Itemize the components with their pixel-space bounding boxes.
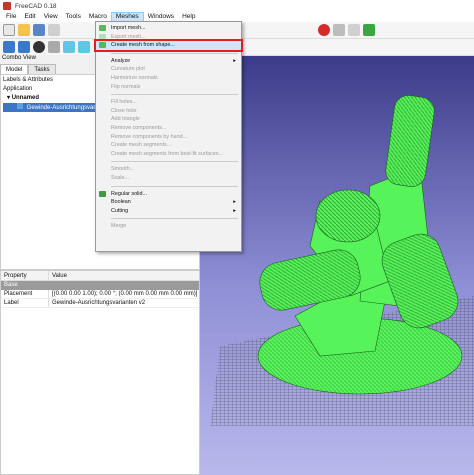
new-document-icon[interactable] xyxy=(3,24,15,36)
meshes-dropdown-menu: Import mesh... Export mesh... Create mes… xyxy=(94,21,243,252)
front-view-icon[interactable] xyxy=(78,41,90,53)
stereo-icon[interactable] xyxy=(48,41,60,53)
menu-scale[interactable]: Scale... xyxy=(96,174,241,183)
save-icon[interactable] xyxy=(33,24,45,36)
fit-selection-icon[interactable] xyxy=(18,41,30,53)
menu-separator xyxy=(111,94,238,96)
print-icon[interactable] xyxy=(48,24,60,36)
menu-curvature-plot[interactable]: Curvature plot xyxy=(96,65,241,74)
document-label: Unnamed xyxy=(11,95,40,101)
mesh-from-shape-icon xyxy=(99,42,106,49)
column-value: Value xyxy=(52,273,67,279)
record-macro-icon[interactable] xyxy=(318,24,330,36)
menu-fill-holes[interactable]: Fill holes... xyxy=(96,98,241,107)
property-value[interactable]: Gewinde-Ausrichtungsvarianten v2 xyxy=(49,299,199,307)
part-icon xyxy=(17,103,23,109)
menu-remove-components-by-hand[interactable]: Remove components by hand... xyxy=(96,133,241,142)
menu-analyze[interactable]: Analyze ▸ xyxy=(96,57,241,66)
menu-separator xyxy=(111,218,238,220)
submenu-arrow-icon: ▸ xyxy=(233,199,236,206)
property-row-placement[interactable]: Placement [(0.00 0.00 1.00); 0.00 °; (0.… xyxy=(1,290,199,299)
title-bar: FreeCAD 0.18 xyxy=(0,0,474,12)
menu-tools[interactable]: Tools xyxy=(62,12,85,22)
menu-edit[interactable]: Edit xyxy=(20,12,39,22)
menu-export-mesh[interactable]: Export mesh... xyxy=(96,33,241,42)
menu-separator xyxy=(111,52,238,54)
menu-file[interactable]: File xyxy=(2,12,20,22)
menu-import-mesh[interactable]: Import mesh... xyxy=(96,24,241,33)
menu-merge[interactable]: Merge xyxy=(96,222,241,231)
property-header: Property Value xyxy=(1,271,199,281)
menu-separator xyxy=(111,185,238,187)
property-row-label[interactable]: Label Gewinde-Ausrichtungsvarianten v2 xyxy=(1,299,199,308)
submenu-arrow-icon: ▸ xyxy=(233,57,236,64)
freecad-logo-icon xyxy=(3,2,11,10)
property-name: Placement xyxy=(1,290,49,298)
macros-icon[interactable] xyxy=(348,24,360,36)
export-mesh-icon xyxy=(99,33,106,40)
menu-add-triangle[interactable]: Add triangle xyxy=(96,115,241,124)
property-name: Label xyxy=(1,299,49,307)
isometric-view-icon[interactable] xyxy=(63,41,75,53)
execute-macro-icon[interactable] xyxy=(363,24,375,36)
menu-view[interactable]: View xyxy=(40,12,62,22)
stop-macro-icon[interactable] xyxy=(333,24,345,36)
menu-close-hole[interactable]: Close hole xyxy=(96,107,241,116)
draw-style-icon[interactable] xyxy=(33,41,45,53)
property-panel: Property Value Base Placement [(0.00 0.0… xyxy=(0,270,200,475)
menu-separator xyxy=(111,161,238,163)
menu-smooth[interactable]: Smooth... xyxy=(96,165,241,174)
menu-create-mesh-from-shape[interactable]: Create mesh from shape... xyxy=(94,39,243,52)
window-title: FreeCAD 0.18 xyxy=(15,2,57,10)
menu-regular-solid[interactable]: Regular solid... xyxy=(96,190,241,199)
tab-tasks[interactable]: Tasks xyxy=(28,64,56,74)
menu-create-mesh-segments[interactable]: Create mesh segments... xyxy=(96,141,241,150)
menu-boolean[interactable]: Boolean ▸ xyxy=(96,198,241,207)
menu-create-mesh-segments-best-fit[interactable]: Create mesh segments from best-fit surfa… xyxy=(96,150,241,159)
menu-remove-components[interactable]: Remove components... xyxy=(96,124,241,133)
regular-solid-icon xyxy=(99,190,106,197)
menu-harmonize-normals[interactable]: Harmonize normals xyxy=(96,74,241,83)
menu-cutting[interactable]: Cutting ▸ xyxy=(96,207,241,216)
tab-model[interactable]: Model xyxy=(0,64,29,74)
property-value[interactable]: [(0.00 0.00 1.00); 0.00 °; (0.00 mm 0.00… xyxy=(49,290,199,298)
import-mesh-icon xyxy=(99,25,106,31)
menu-flip-normals[interactable]: Flip normals xyxy=(96,83,241,92)
fit-all-icon[interactable] xyxy=(3,41,15,53)
open-folder-icon[interactable] xyxy=(18,24,30,36)
property-group-base: Base xyxy=(1,281,199,290)
submenu-arrow-icon: ▸ xyxy=(233,207,236,214)
column-property: Property xyxy=(1,271,49,280)
